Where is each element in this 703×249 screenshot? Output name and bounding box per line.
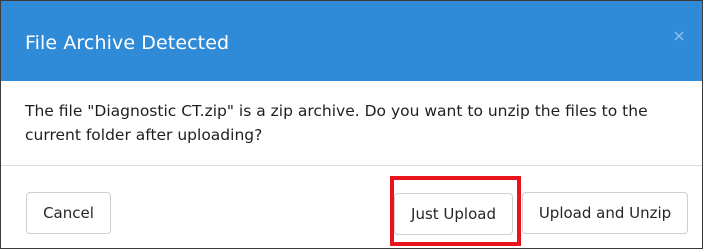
close-icon[interactable] <box>672 28 686 42</box>
footer-divider <box>1 165 702 166</box>
dialog-message: The file "Diagnostic CT.zip" is a zip ar… <box>25 102 648 144</box>
cancel-button[interactable]: Cancel <box>26 192 111 234</box>
file-archive-dialog: File Archive Detected The file "Diagnost… <box>0 0 703 249</box>
just-upload-button[interactable]: Just Upload <box>394 193 513 235</box>
dialog-title: File Archive Detected <box>25 32 230 54</box>
dialog-header: File Archive Detected <box>1 1 702 81</box>
upload-and-unzip-button[interactable]: Upload and Unzip <box>522 192 688 234</box>
